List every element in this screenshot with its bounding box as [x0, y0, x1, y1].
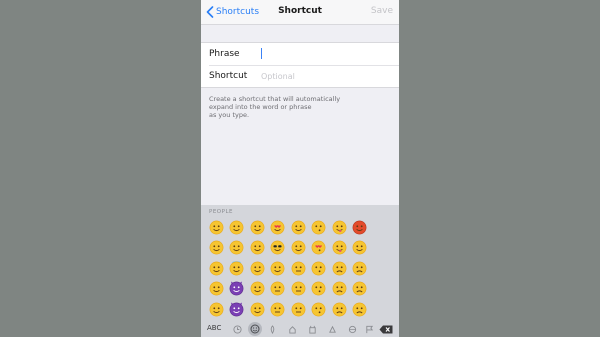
- symbols-icon[interactable]: [327, 324, 337, 334]
- yum-face-icon[interactable]: [249, 281, 265, 297]
- kissing-face-icon[interactable]: [311, 219, 327, 235]
- relieved-face-icon[interactable]: [290, 219, 306, 235]
- kissing-smile-face-icon[interactable]: [311, 281, 327, 297]
- blushing-face-icon[interactable]: [249, 219, 265, 235]
- confused-face-icon[interactable]: [331, 281, 347, 297]
- persevering-face-icon[interactable]: [352, 301, 368, 317]
- halo-face-icon[interactable]: [229, 260, 245, 276]
- navigation-bar: Shortcuts Shortcut Save: [201, 0, 399, 25]
- laughing-face-icon[interactable]: [208, 240, 224, 256]
- shortcut-row: Shortcut: [201, 65, 399, 87]
- keyboard-category-bar: ABC: [201, 321, 399, 337]
- abc-key[interactable]: ABC: [207, 324, 221, 332]
- kiss-heart-face-icon[interactable]: [311, 240, 327, 256]
- pensive-face-icon[interactable]: [290, 301, 306, 317]
- backspace-icon[interactable]: [379, 325, 393, 334]
- neutral-face-icon[interactable]: [290, 281, 306, 297]
- big-grin-face-icon[interactable]: [208, 281, 224, 297]
- shortcut-input[interactable]: [261, 69, 395, 83]
- unamused-face-icon[interactable]: [290, 260, 306, 276]
- heart-eyes-face-icon[interactable]: [270, 219, 286, 235]
- grin-face-icon[interactable]: [208, 301, 224, 317]
- expressionless-face-icon[interactable]: [270, 281, 286, 297]
- helper-text: Create a shortcut that will automaticall…: [209, 95, 341, 119]
- emoji-section-label: PEOPLE: [209, 209, 233, 215]
- objects-icon[interactable]: [287, 324, 297, 334]
- squinting-face-icon[interactable]: [229, 240, 245, 256]
- nature-icon[interactable]: [267, 324, 277, 334]
- emoji-keyboard: PEOPLE ABC: [201, 205, 399, 337]
- phrase-row: Phrase: [201, 43, 399, 65]
- tongue-wink-face-icon[interactable]: [331, 219, 347, 235]
- text-caret: [261, 48, 262, 59]
- tears-of-joy-face-icon[interactable]: [208, 260, 224, 276]
- relaxed-face-icon[interactable]: [249, 301, 265, 317]
- crying-face-icon[interactable]: [352, 240, 368, 256]
- page-title: Shortcut: [278, 6, 322, 16]
- people-icon[interactable]: [248, 322, 262, 336]
- kissing-face-2-icon[interactable]: [311, 301, 327, 317]
- travel-icon[interactable]: [347, 324, 357, 334]
- flags-icon[interactable]: [364, 324, 374, 334]
- recent-icon[interactable]: [232, 324, 242, 334]
- phrase-input[interactable]: [261, 47, 395, 61]
- disappointed-face-icon[interactable]: [331, 260, 347, 276]
- worried-face-icon[interactable]: [331, 301, 347, 317]
- tired-face-icon[interactable]: [352, 260, 368, 276]
- sunglasses-face-icon[interactable]: [270, 240, 286, 256]
- places-icon[interactable]: [307, 324, 317, 334]
- shortcut-label: Shortcut: [209, 71, 248, 81]
- grinning-sweat-face-icon[interactable]: [229, 219, 245, 235]
- smiling-face-icon[interactable]: [249, 240, 265, 256]
- smirking-face-icon[interactable]: [249, 260, 265, 276]
- tongue-face-icon[interactable]: [331, 240, 347, 256]
- angry-red-face-icon[interactable]: [352, 219, 368, 235]
- imp-purple-icon[interactable]: [229, 281, 245, 297]
- shortcut-form: Phrase Shortcut: [201, 42, 399, 88]
- sweat-face-icon[interactable]: [290, 240, 306, 256]
- smirk-face-icon[interactable]: [270, 260, 286, 276]
- grinning-face-icon[interactable]: [208, 219, 224, 235]
- neutral-face-2-icon[interactable]: [270, 301, 286, 317]
- save-button[interactable]: Save: [371, 6, 393, 16]
- emoji-grid: [208, 219, 372, 322]
- kissing-closed-face-icon[interactable]: [311, 260, 327, 276]
- phone-screen: Shortcuts Shortcut Save Phrase Shortcut …: [201, 0, 399, 337]
- smiling-imp-purple-icon[interactable]: [229, 301, 245, 317]
- triumph-face-icon[interactable]: [352, 281, 368, 297]
- phrase-label: Phrase: [209, 49, 240, 59]
